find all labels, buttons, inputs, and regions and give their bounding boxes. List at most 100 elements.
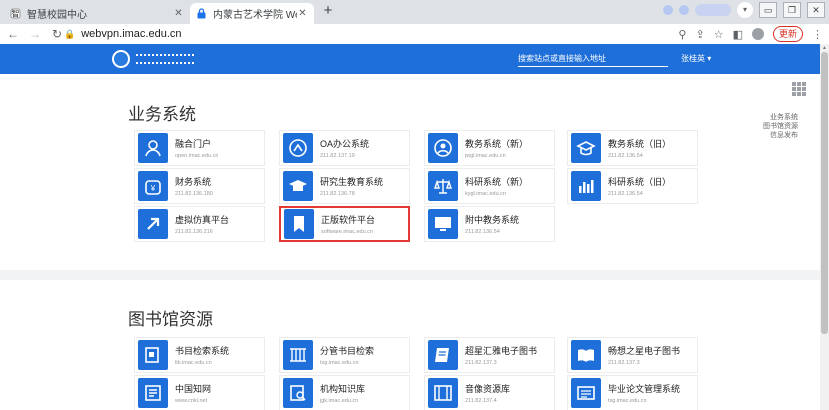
app-card[interactable]: 融合门户 open.imac.edu.cn [134,130,265,166]
app-card[interactable]: 音像资源库 211.82.137.4 [424,375,555,410]
app-card[interactable]: 科研系统（旧） 211.82.136.54 [567,168,698,204]
bookmark-star-icon[interactable]: ☆ [714,28,724,41]
side-link-business[interactable]: 业务系统 [763,113,798,122]
school-wordmark [136,54,194,64]
bookmark-icon [284,209,314,239]
side-link-news[interactable]: 信息发布 [763,131,798,140]
site-search-input[interactable]: 搜索站点或直接输入地址 [518,53,668,67]
app-name: 音像资源库 [465,384,511,394]
app-host: kygl.imac.edu.cn [465,191,506,197]
app-name: 畅想之星电子图书 [608,346,681,356]
forward-icon[interactable]: → [26,27,44,41]
app-card[interactable]: 中国知网 www.cnki.net [134,375,265,410]
app-host: jgk.imac.edu.cn [320,398,359,404]
update-button[interactable]: 更新 [772,26,803,42]
user-menu[interactable]: 张桂英 ▾ [681,53,711,64]
profile-avatar[interactable] [751,28,764,40]
app-card[interactable]: 书目检索系统 lib.imac.edu.cn [134,337,265,373]
toolbar-actions: ⚲ ⇪ ☆ ◧ 更新 ⋮ [678,26,823,42]
svg-text:¥: ¥ [150,184,156,193]
app-card[interactable]: 虚拟仿真平台 211.82.136.216 [134,206,265,242]
app-card-text: 财务系统 211.82.136.180 [175,175,213,197]
app-card-text: 研究生教育系统 211.82.136.78 [320,175,383,197]
restore-icon[interactable]: ❐ [783,2,801,18]
app-host: open.imac.edu.cn [175,153,219,159]
app-host: 211.82.137.19 [320,153,355,159]
app-host: tsg.imac.edu.cn [320,360,359,366]
zoom-icon[interactable]: ⚲ [678,28,686,41]
close-tab-icon[interactable]: ✕ [297,8,308,19]
extension-icon[interactable] [663,5,673,15]
lock-icon[interactable]: 🔒 [64,29,75,40]
branch-catalog-icon [283,340,313,370]
app-card[interactable]: 正版软件平台 software.imac.edu.cn [279,206,410,242]
app-card[interactable]: 研究生教育系统 211.82.136.78 [279,168,410,204]
apps-grid-icon[interactable] [792,82,806,96]
app-host: 211.82.136.54 [608,153,643,159]
extension-icon[interactable] [679,5,689,15]
tab-search-icon[interactable]: ▾ [737,2,753,18]
browser-window: 智 智慧校园中心 ✕ 内蒙古艺术学院 WebVPN ✕ + ▾ ▭ ❐ ✕ ← … [0,0,829,410]
scroll-up-icon[interactable]: ▲ [822,45,827,51]
menu-dots-icon[interactable]: ⋮ [812,28,823,41]
finance-icon: ¥ [138,171,168,201]
app-host: 211.82.137.3 [608,360,640,366]
app-name: 科研系统（新） [465,177,529,187]
tab-strip: 智 智慧校园中心 ✕ 内蒙古艺术学院 WebVPN ✕ + ▾ ▭ ❐ ✕ [0,0,829,24]
app-name: 科研系统（旧） [608,177,672,187]
section-title: 业务系统 [128,105,196,124]
video-icon [428,378,458,408]
side-panel-icon[interactable]: ◧ [733,28,743,41]
tab-title: 智慧校园中心 [27,10,87,21]
new-tab-button[interactable]: + [320,3,336,20]
app-name: 财务系统 [175,177,212,187]
tab-title: 内蒙古艺术学院 WebVPN [213,10,297,21]
app-name: 分管书目检索 [320,346,375,356]
tab-webvpn[interactable]: 内蒙古艺术学院 WebVPN ✕ [190,3,314,24]
school-logo[interactable] [112,50,194,68]
close-tab-icon[interactable]: ✕ [173,8,184,19]
virtual-sim-icon [138,209,168,239]
profile-chip[interactable] [695,4,731,16]
minimize-icon[interactable]: ▭ [759,2,777,18]
app-card-text: 机构知识库 jgk.imac.edu.cn [320,382,365,404]
app-card[interactable]: 教务系统（旧） 211.82.136.54 [567,130,698,166]
portal-icon [138,133,168,163]
app-card[interactable]: ¥ 财务系统 211.82.136.180 [134,168,265,204]
app-name: 毕业论文管理系统 [608,384,681,394]
app-host: lib.imac.edu.cn [175,360,212,366]
svg-text:智: 智 [12,9,20,19]
share-icon[interactable]: ⇪ [695,28,704,41]
app-card[interactable]: 超星汇雅电子图书 211.82.137.3 [424,337,555,373]
tab-smart-campus[interactable]: 智 智慧校园中心 ✕ [4,3,190,24]
app-name: 研究生教育系统 [320,177,384,187]
app-card[interactable]: 畅想之星电子图书 211.82.137.3 [567,337,698,373]
app-card-text: 教务系统（旧） 211.82.136.54 [608,137,671,159]
app-card[interactable]: 分管书目检索 tsg.imac.edu.cn [279,337,410,373]
site-header: 搜索站点或直接输入地址 张桂英 ▾ [0,44,820,74]
app-name: 教务系统（旧） [608,139,672,149]
campus-favicon-icon: 智 [10,8,21,19]
app-host: 211.82.137.4 [465,398,497,404]
app-card-text: 科研系统（旧） 211.82.136.54 [608,175,671,197]
app-card[interactable]: OA办公系统 211.82.137.19 [279,130,410,166]
close-window-icon[interactable]: ✕ [807,2,825,18]
app-card[interactable]: 毕业论文管理系统 tsg.imac.edu.cn [567,375,698,410]
page-scrollbar[interactable]: ▲ [820,44,829,410]
app-card[interactable]: 机构知识库 jgk.imac.edu.cn [279,375,410,410]
app-host: 211.82.136.54 [465,229,500,235]
app-name: 机构知识库 [320,384,366,394]
cnki-icon [138,378,168,408]
app-host: tsg.imac.edu.cn [608,398,647,404]
address-bar[interactable]: 🔒 webvpn.imac.edu.cn [64,26,664,42]
app-card[interactable]: 附中教务系统 211.82.136.54 [424,206,555,242]
browser-toolbar: ← → ↻ 🔒 webvpn.imac.edu.cn ⚲ ⇪ ☆ ◧ 更新 ⋮ [0,24,829,44]
app-card[interactable]: 科研系统（新） kygl.imac.edu.cn [424,168,555,204]
app-name: 虚拟仿真平台 [175,215,230,225]
scrollbar-thumb[interactable] [821,52,828,334]
app-name: 附中教务系统 [465,215,520,225]
back-icon[interactable]: ← [4,27,22,41]
side-link-library[interactable]: 图书馆资源 [763,122,798,131]
app-card[interactable]: 教务系统（新） jwgl.imac.edu.cn [424,130,555,166]
app-card-text: 分管书目检索 tsg.imac.edu.cn [320,344,374,366]
